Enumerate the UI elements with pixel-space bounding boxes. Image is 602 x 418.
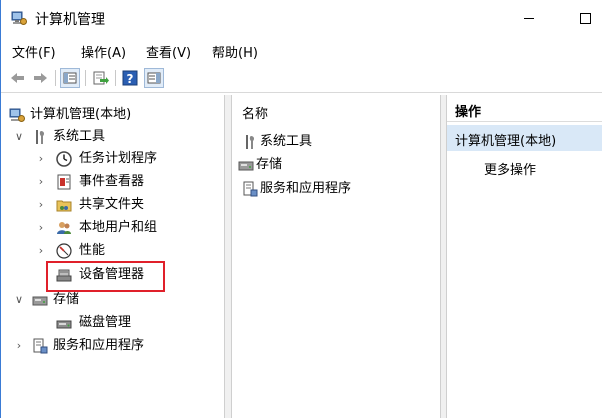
storage-icon	[238, 161, 254, 171]
chevron-down-icon[interactable]: ∨	[13, 289, 25, 311]
menu-action[interactable]: 操作(A)	[81, 42, 126, 61]
chevron-right-icon[interactable]: ›	[35, 240, 47, 262]
computer-management-icon	[11, 11, 27, 25]
action-pane-title: 操作	[455, 105, 482, 120]
tree-label: 本地用户和组	[79, 220, 158, 235]
chevron-right-icon[interactable]: ›	[35, 148, 47, 170]
menu-bar: 文件(F) 操作(A) 查看(V) 帮助(H)	[1, 40, 602, 62]
menu-file[interactable]: 文件(F)	[12, 42, 56, 61]
forward-arrow-icon[interactable]	[31, 69, 49, 87]
disk-icon	[56, 320, 72, 329]
action-pane-icon[interactable]	[144, 68, 164, 88]
services-icon	[243, 181, 258, 197]
svg-text:?: ?	[127, 72, 134, 86]
more-actions-link[interactable]: 更多操作	[484, 159, 536, 178]
maximize-button[interactable]	[576, 9, 594, 27]
shared-folder-icon	[56, 200, 72, 212]
list-item-label: 存储	[256, 157, 283, 172]
window-title: 计算机管理	[35, 12, 105, 28]
device-manager-highlight	[46, 261, 165, 292]
action-section[interactable]: 计算机管理(本地)	[447, 125, 602, 151]
event-viewer-icon	[57, 174, 71, 190]
console-tree-pane: 计算机管理(本地) ∨ 系统工具 › 任务计划程序 › 事件查看器 › 共享文件…	[1, 95, 225, 418]
computer-management-window: 计算机管理 文件(F) 操作(A) 查看(V) 帮助(H) ? 计算机管理(本地…	[0, 0, 602, 418]
back-arrow-icon[interactable]	[9, 69, 27, 87]
minimize-button[interactable]	[519, 8, 539, 28]
users-icon	[57, 222, 71, 234]
tree-label: 事件查看器	[79, 174, 145, 189]
tree-label: 性能	[79, 243, 106, 258]
computer-management-icon	[9, 108, 25, 122]
help-icon[interactable]: ?	[121, 69, 139, 87]
toolbar-separator	[85, 70, 86, 86]
tree-label: 计算机管理(本地)	[30, 107, 132, 122]
tools-icon	[36, 130, 45, 144]
console-tree-icon[interactable]	[60, 68, 80, 88]
column-header[interactable]: 名称	[232, 95, 440, 122]
performance-icon	[56, 243, 72, 259]
content-list-pane: 名称 系统工具 存储 服务和应用程序	[231, 95, 441, 418]
storage-icon	[32, 296, 48, 306]
export-list-icon[interactable]	[91, 69, 109, 87]
chevron-down-icon[interactable]: ∨	[13, 126, 25, 148]
action-pane-header: 操作	[447, 95, 602, 122]
chevron-right-icon[interactable]: ›	[35, 171, 47, 193]
chevron-right-icon[interactable]: ›	[35, 217, 47, 239]
toolbar-separator	[55, 70, 56, 86]
list-item-label: 系统工具	[260, 134, 313, 149]
tree-label: 系统工具	[53, 129, 106, 144]
menu-help[interactable]: 帮助(H)	[212, 42, 258, 61]
title-bar: 计算机管理	[1, 0, 602, 38]
tree-label: 磁盘管理	[79, 315, 132, 330]
services-icon	[33, 338, 48, 354]
chevron-right-icon[interactable]: ›	[13, 335, 25, 357]
chevron-right-icon[interactable]: ›	[35, 194, 47, 216]
tools-icon	[246, 135, 255, 149]
clock-icon	[56, 151, 72, 167]
menu-view[interactable]: 查看(V)	[146, 42, 191, 61]
column-header-name: 名称	[242, 107, 269, 122]
toolbar-separator	[115, 70, 116, 86]
action-section-title: 计算机管理(本地)	[455, 134, 557, 149]
toolbar: ?	[1, 65, 602, 93]
tree-label: 任务计划程序	[79, 151, 158, 166]
action-pane: 操作 计算机管理(本地) 更多操作	[446, 95, 602, 418]
tree-label: 共享文件夹	[79, 197, 145, 212]
tree-label: 存储	[53, 292, 80, 307]
tree-label: 服务和应用程序	[53, 338, 145, 353]
list-item-label: 服务和应用程序	[260, 181, 352, 196]
